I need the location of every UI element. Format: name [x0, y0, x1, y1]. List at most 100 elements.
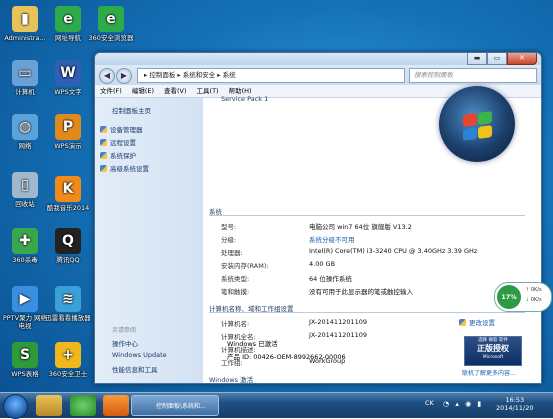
change-settings-link[interactable]: 更改设置 — [459, 317, 495, 327]
desktop-icon-label: WPS表格 — [11, 370, 39, 378]
desktop-icon-label: Administra... — [4, 34, 46, 42]
menu-view[interactable]: 查看(V) — [159, 85, 192, 97]
app-icon: Q — [55, 228, 81, 254]
model-value: 电脑公司 win7 64位 旗舰版 V13.2 — [309, 223, 412, 231]
link-label: 远程设置 — [110, 139, 136, 147]
link-label: 系统保护 — [110, 152, 136, 160]
processor-value: Intel(R) Core(TM) i3-3240 CPU @ 3.40GHz … — [309, 247, 478, 255]
desktop-icon[interactable]: ✚ 360杀毒 — [2, 228, 48, 264]
app-icon: e — [55, 6, 81, 32]
ram-value: 4.00 GB — [309, 260, 336, 268]
desktop-icon-label: WPS演示 — [54, 142, 82, 150]
app-icon: W — [55, 60, 81, 86]
shield-icon — [100, 152, 107, 159]
service-pack-text: Service Pack 1 — [221, 95, 269, 103]
start-button[interactable] — [3, 394, 28, 419]
memory-percent: 17% — [497, 285, 521, 309]
app-icon: ≋ — [55, 286, 81, 312]
link-label: 设备管理器 — [110, 126, 143, 134]
close-button[interactable]: ✕ — [507, 53, 537, 65]
desktop-icon-label: 计算机 — [15, 88, 35, 96]
desktop-icon[interactable]: Q 腾讯QQ — [45, 228, 91, 264]
desktop-icon-label: 回收站 — [15, 200, 35, 208]
badge-top: 选择 微软 软件 — [478, 338, 508, 343]
app-icon: P — [55, 114, 81, 140]
title-bar[interactable]: ▬ ▭ ✕ — [95, 53, 541, 65]
minimize-button[interactable]: ▬ — [467, 53, 487, 65]
desktop-icon-label: 腾讯QQ — [56, 256, 80, 264]
desktop-icon-label: 网络 — [18, 142, 32, 150]
desktop-icon[interactable]: +360安全卫士 — [45, 342, 91, 378]
system-type-value: 64 位操作系统 — [309, 275, 352, 283]
desktop-icon[interactable]: e 360安全浏览器 — [88, 6, 134, 42]
clock-time: 16:53 — [505, 396, 525, 404]
app-icon: S — [12, 342, 38, 368]
desktop-icon[interactable]: K 酷我音乐2014 — [45, 176, 91, 212]
desktop-icon-label: WPS文字 — [54, 88, 82, 96]
back-button[interactable]: ◀ — [99, 68, 115, 84]
browser-taskbar-icon[interactable] — [70, 395, 96, 416]
tray-language[interactable]: CK — [425, 399, 434, 407]
forward-button[interactable]: ▶ — [116, 68, 132, 84]
address-bar[interactable]: ▸ 控制面板 ▸ 系统和安全 ▸ 系统 — [137, 68, 405, 83]
shield-icon — [100, 165, 107, 172]
activation-area: Windows 已激活 产品 ID: 00426-OEM-8992662-000… — [94, 330, 530, 380]
desktop-icon-label: 360安全卫士 — [48, 370, 88, 378]
desktop-icon[interactable]: ≋ 迅雷看看播放器 — [45, 286, 91, 322]
advanced-settings-link[interactable]: 高级系统设置 — [100, 163, 149, 173]
menu-file[interactable]: 文件(F) — [95, 85, 127, 97]
taskbar-window-button[interactable]: 控制面板\系统和... — [131, 395, 219, 416]
badge-main: 正版授权 — [477, 344, 509, 353]
app-icon: ▶ — [12, 286, 38, 312]
pen-touch-value: 没有可用于此显示器的笔或触控输入 — [309, 288, 413, 296]
menu-tools[interactable]: 工具(T) — [192, 85, 224, 97]
divider — [209, 312, 525, 313]
shield-icon — [459, 319, 466, 326]
desktop-icon[interactable]: e 网址导航 — [45, 6, 91, 42]
explorer-taskbar-icon[interactable] — [36, 395, 62, 416]
desktop-icon[interactable]: P WPS演示 — [45, 114, 91, 150]
download-value: 0K/s — [530, 297, 542, 303]
pen-touch-label: 笔和触摸: — [221, 288, 250, 296]
badge-sub: Microsoft — [482, 355, 504, 360]
model-label: 型号: — [221, 223, 237, 231]
system-type-label: 系统类型: — [221, 275, 250, 283]
device-manager-link[interactable]: 设备管理器 — [100, 124, 143, 134]
network-speed-widget[interactable]: 17% ↑ 0K/s ↓ 0K/s — [494, 282, 552, 312]
more-info-link[interactable]: 联机了解更多内容... — [462, 368, 516, 377]
desktop-icon-label: PPTV聚力 网络电视 — [2, 314, 48, 330]
desktop-icon[interactable]: ▶ PPTV聚力 网络电视 — [2, 286, 48, 330]
genuine-badge[interactable]: 选择 微软 软件 正版授权 Microsoft — [464, 336, 522, 366]
windows-logo-icon — [439, 86, 515, 162]
address-row: ◀ ▶ ▸ 控制面板 ▸ 系统和安全 ▸ 系统 搜索控制面板 — [95, 65, 541, 85]
remote-settings-link[interactable]: 远程设置 — [100, 137, 136, 147]
desktop-icon[interactable]: ▯ 回收站 — [2, 172, 48, 208]
maximize-button[interactable]: ▭ — [487, 53, 507, 65]
divider — [209, 215, 525, 216]
download-speed: ↓ 0K/s — [525, 297, 542, 303]
change-settings-label: 更改设置 — [469, 319, 495, 327]
desktop-icon[interactable]: ◍ 网络 — [2, 114, 48, 150]
menu-edit[interactable]: 编辑(E) — [127, 85, 159, 97]
rating-link[interactable]: 系统分级不可用 — [309, 234, 355, 244]
desktop-icon[interactable]: ▭ 计算机 — [2, 60, 48, 96]
media-taskbar-icon[interactable] — [103, 395, 129, 416]
desktop-icon-label: 迅雷看看播放器 — [45, 314, 91, 322]
clock[interactable]: 16:53 2014/11/20 — [496, 396, 533, 412]
link-label: 高级系统设置 — [110, 165, 149, 173]
processor-label: 处理器: — [221, 249, 243, 257]
desktop-icon[interactable]: S WPS表格 — [2, 342, 48, 378]
app-icon: ▭ — [12, 60, 38, 86]
tray-icons[interactable]: ◔ ▴ ◉ ▮ — [443, 400, 491, 410]
app-icon: e — [98, 6, 124, 32]
app-icon: K — [55, 176, 81, 202]
desktop-icon[interactable]: W WPS文字 — [45, 60, 91, 96]
system-protection-link[interactable]: 系统保护 — [100, 150, 136, 160]
activation-status: Windows 已激活 — [227, 340, 278, 348]
upload-value: 0K/s — [530, 287, 542, 293]
search-input[interactable]: 搜索控制面板 — [409, 68, 537, 83]
upload-speed: ↑ 0K/s — [525, 287, 542, 293]
desktop-icon-label: 360杀毒 — [12, 256, 38, 264]
desktop-icon[interactable]: ▮ Administra... — [2, 6, 48, 42]
control-panel-home-link[interactable]: 控制面板主页 — [112, 105, 151, 115]
